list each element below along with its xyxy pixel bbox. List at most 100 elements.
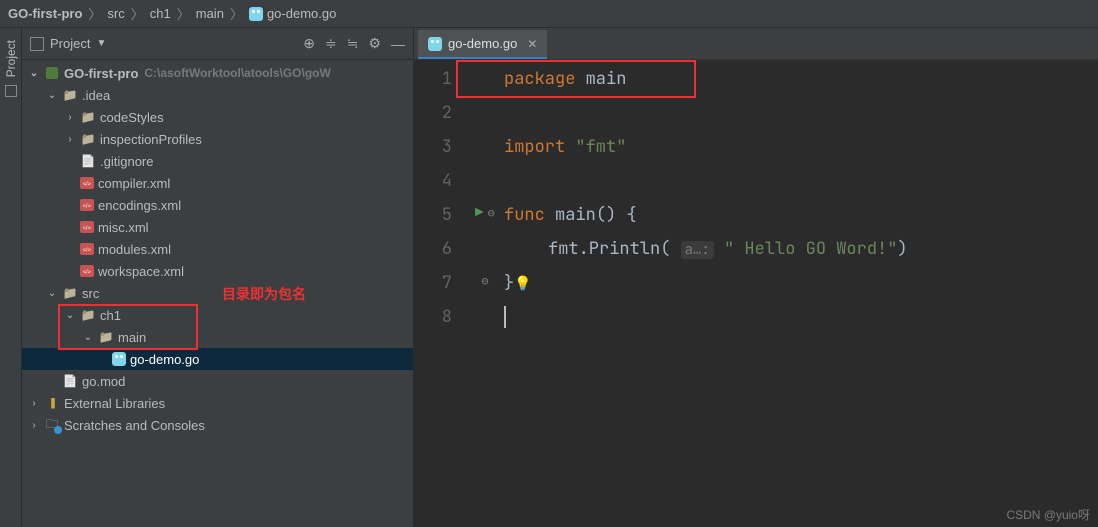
string-literal: " Hello GO Word!": [724, 238, 897, 260]
keyword: package: [504, 68, 575, 90]
line-number: 6: [414, 232, 452, 266]
tree-root[interactable]: ⌄ GO-first-pro C:\asoftWorktool\atools\G…: [22, 62, 413, 84]
editor: go-demo.go ✕ 1 2 3 4 5 6 7 8 ▶⊖ ⊖: [414, 28, 1098, 527]
tree-folder-main[interactable]: ⌄ main: [22, 326, 413, 348]
crumb-sep: 〉: [177, 4, 190, 23]
line-number: 8: [414, 300, 452, 334]
close-tab-icon[interactable]: ✕: [527, 37, 537, 51]
xml-icon: [80, 265, 94, 277]
tree-label: go.mod: [82, 374, 125, 389]
folder-icon: [80, 132, 96, 146]
panel-title: Project: [50, 36, 90, 51]
crumb[interactable]: main: [196, 6, 224, 21]
dropdown-icon[interactable]: ▼: [96, 38, 106, 49]
tree-label: src: [82, 286, 99, 301]
hide-panel-icon[interactable]: —: [391, 36, 405, 52]
tree-file[interactable]: · compiler.xml: [22, 172, 413, 194]
xml-icon: [80, 177, 94, 189]
tree-label: .gitignore: [100, 154, 153, 169]
tree-file-gomod[interactable]: · go.mod: [22, 370, 413, 392]
tree-label: compiler.xml: [98, 176, 170, 191]
code-area[interactable]: package main import "fmt" func main() { …: [470, 60, 1098, 527]
punct: }: [504, 272, 514, 294]
file-icon: [80, 154, 96, 168]
tree-folder-src[interactable]: ⌄ src: [22, 282, 413, 304]
file-icon: [62, 374, 78, 388]
editor-tabbar: go-demo.go ✕: [414, 28, 1098, 60]
watermark: CSDN @yuio呀: [1006, 506, 1090, 523]
locate-icon[interactable]: ⊕: [303, 35, 315, 52]
crumb-sep: 〉: [88, 4, 101, 23]
tree-file-selected[interactable]: · go-demo.go: [22, 348, 413, 370]
identifier: main: [555, 204, 596, 226]
folder-icon: [62, 88, 78, 102]
go-file-icon: [112, 352, 126, 366]
tree-folder-ch1[interactable]: ⌄ ch1: [22, 304, 413, 326]
tree-folder-idea[interactable]: ⌄ .idea: [22, 84, 413, 106]
tree-scratches[interactable]: › Scratches and Consoles: [22, 414, 413, 436]
tree-label: workspace.xml: [98, 264, 184, 279]
crumb[interactable]: go-demo.go: [267, 6, 336, 21]
keyword: func: [504, 204, 545, 226]
tree-file[interactable]: · modules.xml: [22, 238, 413, 260]
tree-label: .idea: [82, 88, 110, 103]
tree-label: codeStyles: [100, 110, 164, 125]
crumb[interactable]: ch1: [150, 6, 171, 21]
punct: () {: [596, 204, 637, 226]
inline-param-hint: a…:: [681, 241, 714, 259]
tree-label: inspectionProfiles: [100, 132, 202, 147]
tree-external-libs[interactable]: › External Libraries: [22, 392, 413, 414]
tree-label: External Libraries: [64, 396, 165, 411]
project-tool-tab[interactable]: Project: [4, 40, 18, 77]
keyword: import: [504, 136, 565, 158]
line-number: 1: [414, 62, 452, 96]
editor-tab-active[interactable]: go-demo.go ✕: [418, 30, 547, 59]
tree-label: misc.xml: [98, 220, 149, 235]
line-number: 4: [414, 164, 452, 198]
crumb-sep: 〉: [131, 4, 144, 23]
tree-label: main: [118, 330, 146, 345]
intention-bulb-icon[interactable]: 💡: [514, 275, 531, 293]
editor-body[interactable]: 1 2 3 4 5 6 7 8 ▶⊖ ⊖ package main: [414, 60, 1098, 527]
tree-folder[interactable]: › inspectionProfiles: [22, 128, 413, 150]
tree-label: modules.xml: [98, 242, 171, 257]
collapse-panel-icon[interactable]: [30, 37, 44, 51]
tree-label: ch1: [100, 308, 121, 323]
project-panel: Project ▼ ⊕ ≑ ≒ ⚙ — ⌄ GO-first-pro C:\as…: [22, 28, 414, 527]
punct: ): [897, 238, 907, 260]
identifier: main: [586, 68, 627, 90]
libraries-icon: [44, 396, 60, 410]
text-caret: [504, 306, 506, 328]
module-icon: [44, 66, 60, 80]
project-tree[interactable]: ⌄ GO-first-pro C:\asoftWorktool\atools\G…: [22, 60, 413, 527]
tree-file[interactable]: · misc.xml: [22, 216, 413, 238]
settings-gear-icon[interactable]: ⚙: [368, 35, 381, 52]
go-file-icon: [249, 7, 263, 21]
tree-label: GO-first-pro: [64, 66, 138, 81]
expand-all-icon[interactable]: ≑: [325, 35, 337, 52]
tree-label: encodings.xml: [98, 198, 181, 213]
crumb[interactable]: src: [107, 6, 124, 21]
tree-label: Scratches and Consoles: [64, 418, 205, 433]
folder-icon: [80, 110, 96, 124]
folder-icon: [62, 286, 78, 300]
tree-file[interactable]: · workspace.xml: [22, 260, 413, 282]
call-expr: fmt.Println(: [548, 238, 670, 260]
xml-icon: [80, 221, 94, 233]
line-number: 5: [414, 198, 452, 232]
folder-icon: [80, 308, 96, 322]
crumb-sep: 〉: [230, 4, 243, 23]
crumb[interactable]: GO-first-pro: [8, 6, 82, 21]
folder-icon: [98, 330, 114, 344]
tree-folder[interactable]: › codeStyles: [22, 106, 413, 128]
tab-label: go-demo.go: [448, 36, 517, 51]
tree-file[interactable]: · encodings.xml: [22, 194, 413, 216]
tool-strip: Project: [0, 28, 22, 527]
structure-tool-icon[interactable]: [5, 85, 17, 97]
string-literal: "fmt": [575, 136, 626, 158]
tree-label: go-demo.go: [130, 352, 199, 367]
scratches-icon: [44, 418, 60, 432]
gutter: 1 2 3 4 5 6 7 8: [414, 60, 470, 527]
tree-file[interactable]: · .gitignore: [22, 150, 413, 172]
collapse-all-icon[interactable]: ≒: [347, 35, 359, 52]
